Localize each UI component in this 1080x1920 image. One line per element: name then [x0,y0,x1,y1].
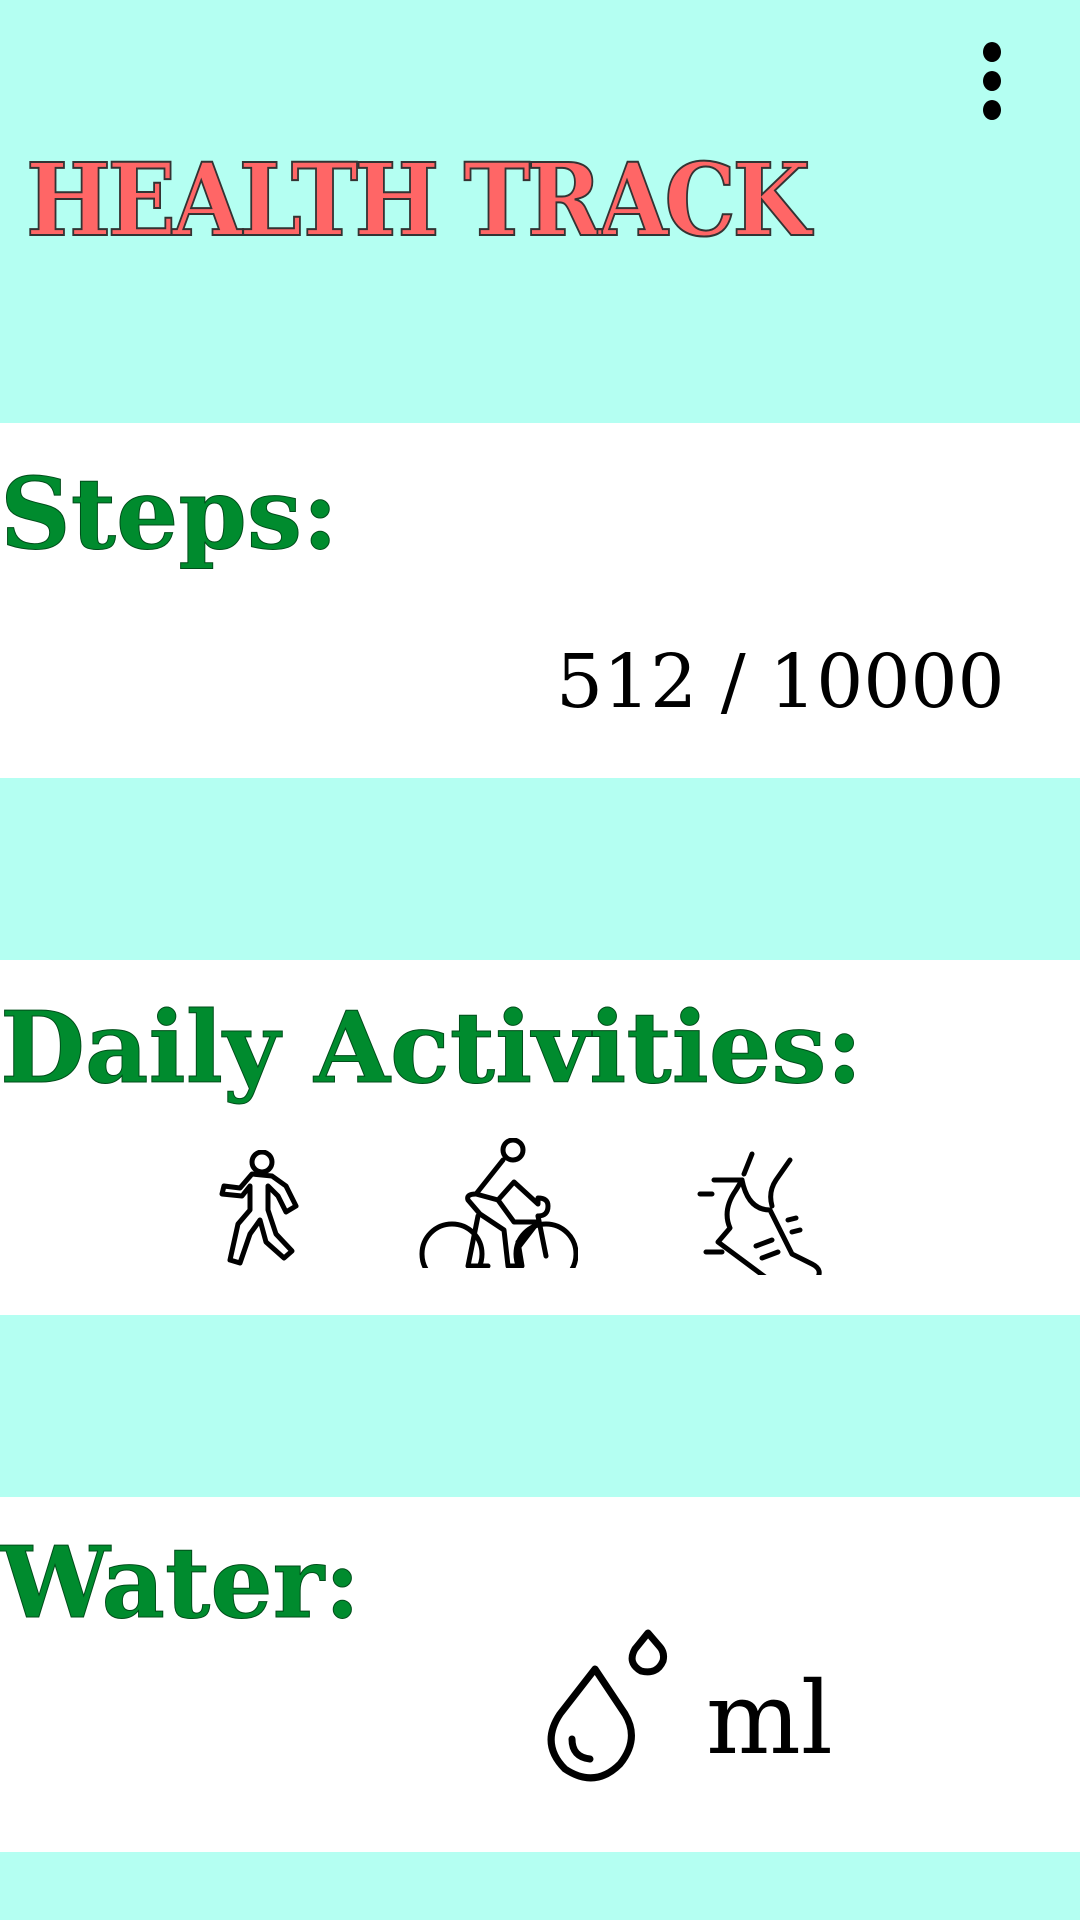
app-title: HEALTH TRACK [25,141,811,259]
water-drop-icon[interactable] [545,1629,675,1784]
steps-count: 512 / 10000 [556,639,1005,725]
water-heading: Water: [0,1526,361,1641]
walking-icon[interactable] [212,1149,308,1270]
footer-band [0,1852,1080,1920]
water-unit: ml [706,1660,833,1777]
water-card: Water: ml [0,1497,1080,1852]
steps-heading: Steps: [0,457,339,572]
header: HEALTH TRACK [0,0,1080,423]
activities-heading: Daily Activities: [0,991,863,1106]
running-shoe-icon[interactable] [692,1150,827,1297]
steps-card: Steps: 512 / 10000 [0,423,1080,778]
cycling-icon[interactable] [417,1137,579,1288]
spacer [0,1315,1080,1497]
spacer [0,778,1080,960]
activities-card: Daily Activities: [0,960,1080,1315]
more-vert-icon[interactable] [975,36,1009,128]
